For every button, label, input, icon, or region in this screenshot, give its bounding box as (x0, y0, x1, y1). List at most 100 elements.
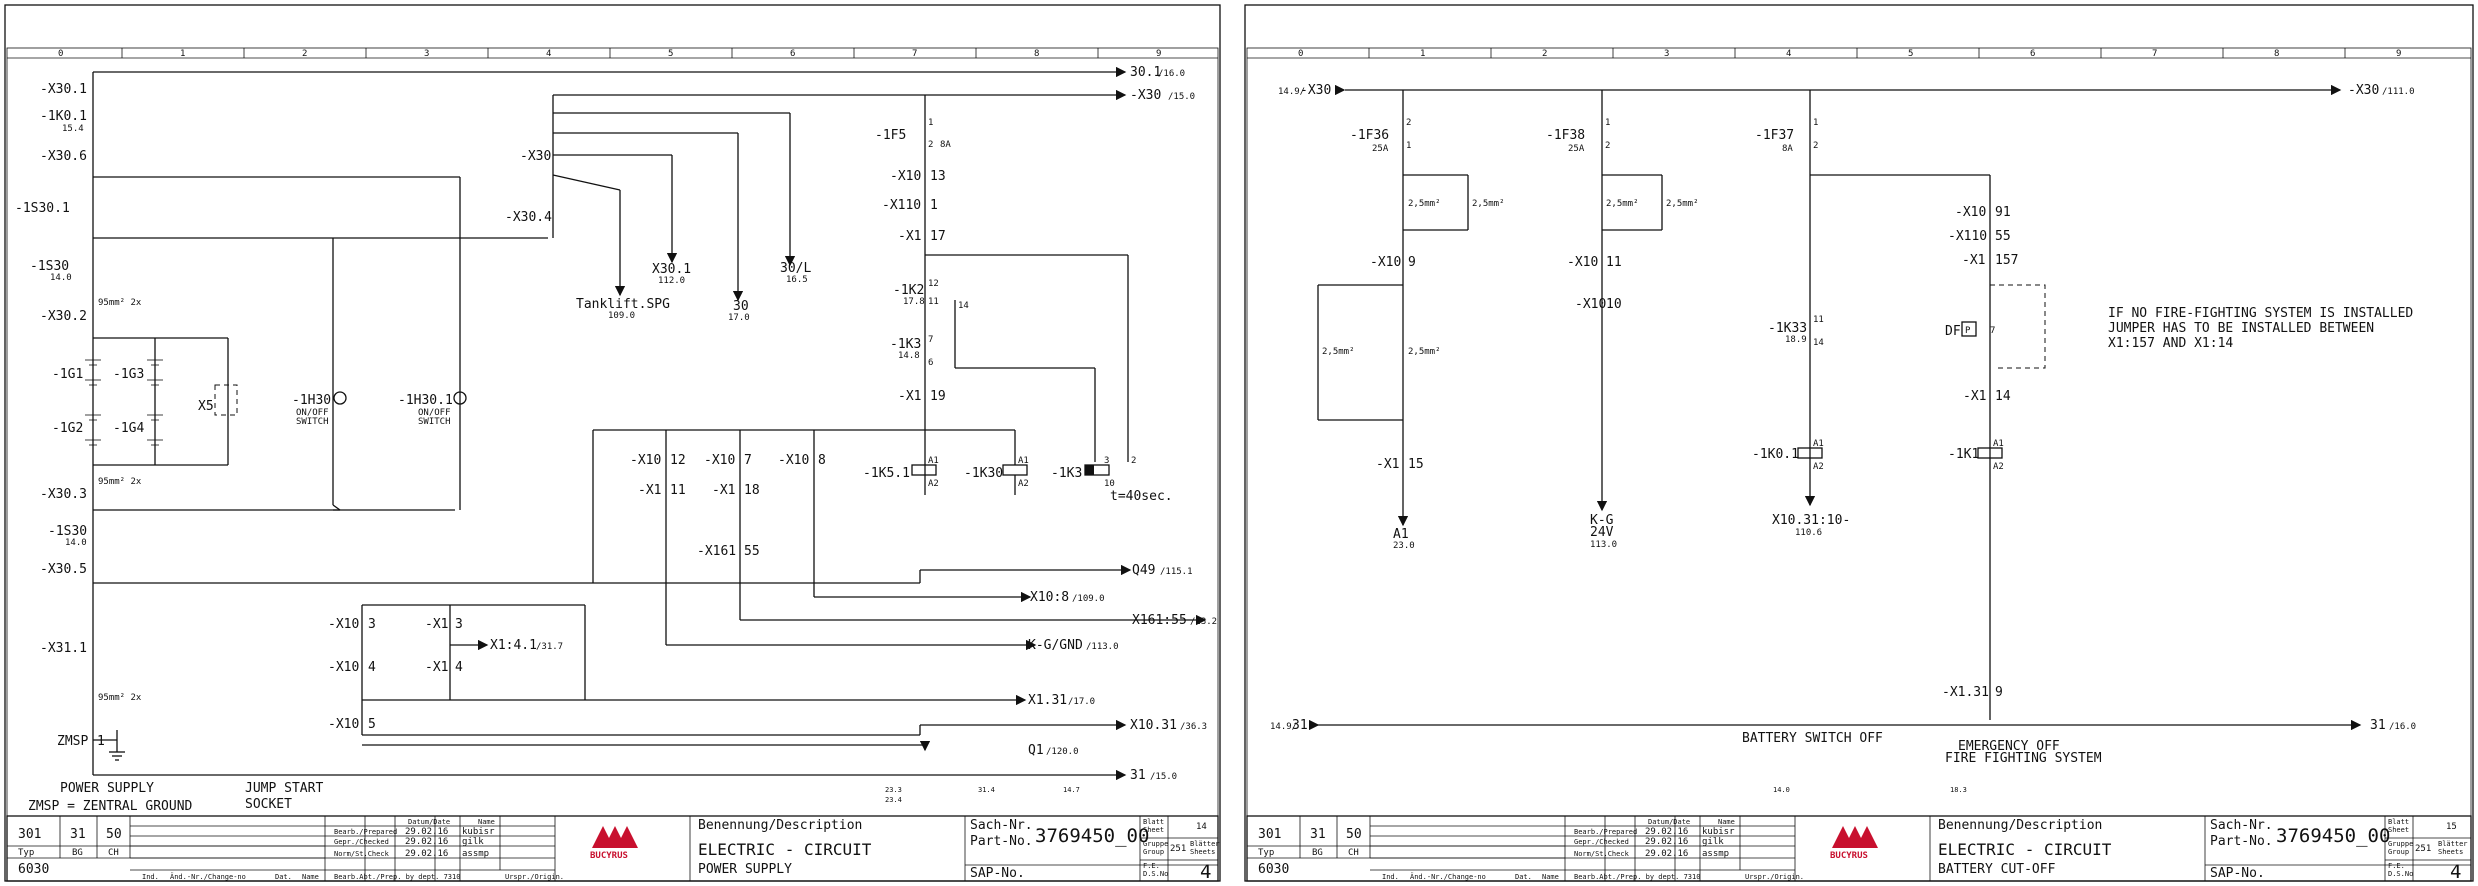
term-x110-1: -X110 (882, 198, 921, 213)
s2-col-1: 1 (1420, 49, 1425, 59)
s2-f37-n1: 1 (1813, 118, 1818, 128)
tb1-row1-date: 29.02.16 (405, 827, 448, 837)
s2-w4: 2,5mm² (1666, 199, 1699, 209)
s2-x10-11n: 11 (1606, 255, 1622, 270)
tb2-bucyrus-logo: BUCYRUS (1830, 826, 1878, 861)
k51-a2: A2 (928, 479, 939, 489)
tb1-desc-lbl: Benennung/Description (698, 818, 862, 833)
tb1-code: 6030 (18, 862, 49, 877)
sheet1-wiring (85, 66, 1207, 781)
term-k0-1: -1K0.1 (40, 109, 87, 124)
term-x31-1: -X31.1 (40, 641, 87, 656)
sheet1-title-block: 301 31 50 Typ BG CH 6030 Datum/Date Name… (6, 815, 1220, 883)
term-k3b: -1K3 (1051, 466, 1082, 481)
tb2-row3-date: 29.02.16 (1645, 849, 1688, 859)
term-x30-1: -X30.1 (40, 82, 87, 97)
s2-dest-kg-ref: 113.0 (1590, 540, 1617, 550)
term-k3: -1K3 (890, 337, 921, 352)
s2-f38-amp: 25A (1568, 144, 1585, 154)
tb1-ch: CH (108, 848, 119, 858)
s2-x1-31: -X1.31 (1942, 685, 1989, 700)
s2-f36: -1F36 (1350, 128, 1389, 143)
s2-w5: 2,5mm² (1322, 347, 1355, 357)
tb2-c2: 31 (1310, 827, 1326, 842)
term-h30-1: -1H30.1 (398, 393, 453, 408)
label-power-supply: POWER SUPPLY (60, 781, 154, 796)
tb2-subtitle: BATTERY CUT-OFF (1938, 862, 2056, 877)
term-x1-4n: 4 (455, 660, 463, 675)
dest-tanklift: Tanklift.SPG (576, 297, 670, 312)
dest-q49: Q49 (1132, 563, 1155, 578)
s2-right-x30-ref: /111.0 (2382, 87, 2415, 97)
dest-x30-ref: /15.0 (1168, 92, 1195, 102)
term-x5: X5 (198, 399, 214, 414)
tb1-blaetter: Blätter (1190, 840, 1220, 848)
term-x10-12n: 12 (670, 453, 686, 468)
term-s30-ref: 14.0 (50, 273, 72, 283)
s2-left-x30: -X30 (1300, 83, 1331, 98)
s2-k0-1: -1K0.1 (1752, 447, 1799, 462)
s2-col-9: 9 (2396, 49, 2401, 59)
k51-a1: A1 (928, 456, 939, 466)
s2-k33-ref: 18.9 (1785, 335, 1807, 345)
term-x1-4: -X1 (425, 660, 448, 675)
term-g1: -1G1 (52, 367, 83, 382)
tb2-group-no: 251 (2415, 844, 2431, 854)
tb2-ind: Ind. (1382, 873, 1399, 881)
term-k30: -1K30 (964, 466, 1003, 481)
tb2-sheet: Sheet (2388, 826, 2409, 834)
tb1-fe: F.E. (1143, 862, 1160, 870)
tb2-date-hdr: Datum/Date (1648, 818, 1690, 826)
term-x30-6: -X30.6 (40, 149, 87, 164)
ref-31-4: 31.4 (978, 786, 995, 794)
tb1-group: Group (1143, 848, 1164, 856)
k30-a1: A1 (1018, 456, 1029, 466)
dest-q49-ref: /115.1 (1160, 567, 1193, 577)
dest-x1-31: X1.31 (1028, 693, 1067, 708)
col-7: 7 (912, 49, 917, 59)
term-x30-5: -X30.5 (40, 562, 87, 577)
tb2-part: Part-No. (2210, 834, 2273, 849)
s2-x110-55: -X110 (1948, 229, 1987, 244)
tb1-row2-lbl: Gepr./Checked (334, 838, 389, 846)
s2-dest-x10-31: X10.31:10- (1772, 513, 1850, 528)
term-k5-1: -1K5.1 (863, 466, 910, 481)
s2-dest-x10-31-ref: 110.6 (1795, 528, 1822, 538)
term-x10-8n: 8 (818, 453, 826, 468)
s2-f37-amp: 8A (1782, 144, 1793, 154)
s2-col-0: 0 (1298, 49, 1303, 59)
s2-bot-right: 31 (2370, 718, 2386, 733)
dest-x30-1b-ref: 112.0 (658, 276, 685, 286)
dest-x10-8-ref: /109.0 (1072, 594, 1105, 604)
s2-dest-a1-ref: 23.0 (1393, 541, 1415, 551)
s2-x1-14n: 14 (1995, 389, 2011, 404)
term-x10-3n: 3 (368, 617, 376, 632)
term-x30: -X30 (520, 149, 551, 164)
sheet2-title-block: 301 31 50 Typ BG CH 6030 Datum/Date Name… (1246, 815, 2472, 883)
tb2-ds: D.S.No (2388, 870, 2413, 878)
term-x10-7n: 7 (744, 453, 752, 468)
s2-w6: 2,5mm² (1408, 347, 1441, 357)
f5-n2: 2 (928, 140, 933, 150)
term-x10-4: -X10 (328, 660, 359, 675)
k3b-n10: 10 (1104, 479, 1115, 489)
term-x1-18: -X1 (712, 483, 735, 498)
k3b-n3: 3 (1104, 456, 1109, 466)
term-k2-ref: 17.8 (903, 297, 925, 307)
tb1-title: ELECTRIC - CIRCUIT (698, 840, 872, 859)
tb2-row2-lbl: Gepr./Checked (1574, 838, 1629, 846)
dest-30-1-ref: /16.0 (1158, 69, 1185, 79)
tb2-blaetter: Blätter (2438, 840, 2468, 848)
dest-x10-31: X10.31 (1130, 718, 1177, 733)
term-s30-1: -1S30.1 (15, 201, 70, 216)
dest-x30-1b: X30.1 (652, 262, 691, 277)
dest-30-ref: 17.0 (728, 313, 750, 323)
tb1-c1: 301 (18, 827, 41, 842)
tb1-sheet-no: 14 (1196, 822, 1207, 832)
term-x161-55n: 55 (744, 544, 760, 559)
term-x1-17: -X1 (898, 229, 921, 244)
tb1-part: Part-No. (970, 834, 1033, 849)
schematic-canvas: 0 1 2 3 4 5 6 7 8 9 -X30.1 -1K0.1 15.4 -… (4, 4, 2474, 883)
s2-x10-11: -X10 (1567, 255, 1598, 270)
tb1-row3-date: 29.02.16 (405, 849, 448, 859)
